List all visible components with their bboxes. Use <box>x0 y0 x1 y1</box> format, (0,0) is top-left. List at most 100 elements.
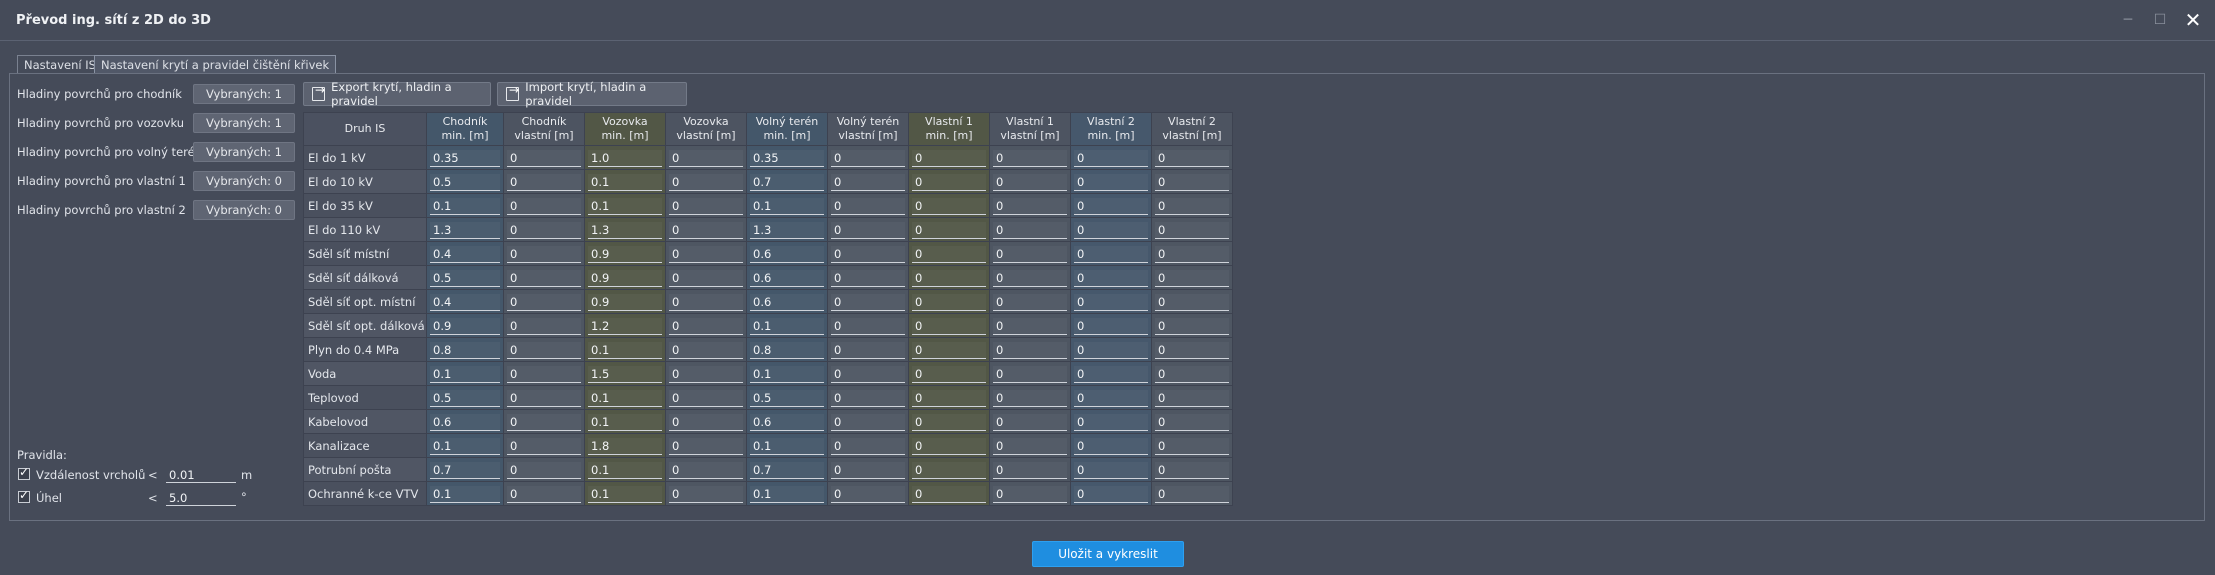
import-button[interactable]: Import krytí, hladin a pravidel <box>497 80 687 108</box>
cell-input[interactable]: 0 <box>912 365 986 383</box>
cell-input[interactable]: 0 <box>669 293 743 311</box>
cell-input[interactable]: 0 <box>1155 413 1229 431</box>
cell-input[interactable]: 1.3 <box>430 221 500 239</box>
cell-input[interactable]: 0 <box>993 413 1067 431</box>
select-vozovka-button[interactable]: Vybraných: 1 <box>193 113 295 133</box>
column-header[interactable]: Vlastní 1 min. [m] <box>908 112 990 146</box>
column-header[interactable]: Vozovka vlastní [m] <box>665 112 747 146</box>
cell-input[interactable]: 0 <box>831 317 905 335</box>
select-chodnik-button[interactable]: Vybraných: 1 <box>193 84 295 104</box>
cell-input[interactable]: 0.1 <box>430 437 500 455</box>
cell-input[interactable]: 0.1 <box>430 485 500 503</box>
cell-input[interactable]: 0.9 <box>588 293 662 311</box>
cell-input[interactable]: 1.3 <box>588 221 662 239</box>
cell-input[interactable]: 0 <box>1155 437 1229 455</box>
cell-input[interactable]: 0 <box>1074 173 1148 191</box>
cell-input[interactable]: 0 <box>831 341 905 359</box>
cell-input[interactable]: 1.0 <box>588 149 662 167</box>
cell-input[interactable]: 0 <box>669 173 743 191</box>
cell-input[interactable]: 0 <box>912 221 986 239</box>
cell-input[interactable]: 0 <box>831 245 905 263</box>
cell-input[interactable]: 0 <box>507 341 581 359</box>
cell-input[interactable]: 0 <box>1155 461 1229 479</box>
cell-input[interactable]: 0 <box>1074 485 1148 503</box>
cell-input[interactable]: 0 <box>1074 149 1148 167</box>
cell-input[interactable]: 0 <box>507 461 581 479</box>
cell-input[interactable]: 0 <box>1074 245 1148 263</box>
cell-input[interactable]: 0.1 <box>588 389 662 407</box>
cell-input[interactable]: 0.1 <box>430 365 500 383</box>
cell-input[interactable]: 0 <box>669 317 743 335</box>
cell-input[interactable]: 0 <box>993 173 1067 191</box>
cell-input[interactable]: 0.9 <box>588 245 662 263</box>
cell-input[interactable]: 0 <box>912 317 986 335</box>
cell-input[interactable]: 0.1 <box>588 461 662 479</box>
column-header[interactable]: Vozovka min. [m] <box>584 112 666 146</box>
cell-input[interactable]: 0.1 <box>588 173 662 191</box>
cell-input[interactable]: 0 <box>993 341 1067 359</box>
cell-input[interactable]: 0 <box>507 413 581 431</box>
cell-input[interactable]: 0.8 <box>430 341 500 359</box>
cell-input[interactable]: 0 <box>507 389 581 407</box>
export-button[interactable]: Export krytí, hladin a pravidel <box>303 80 491 108</box>
cell-input[interactable]: 0 <box>831 173 905 191</box>
cell-input[interactable]: 0.1 <box>588 413 662 431</box>
cell-input[interactable]: 0 <box>831 197 905 215</box>
vzdalenost-input[interactable]: 0.01 <box>166 467 236 483</box>
cell-input[interactable]: 0 <box>993 245 1067 263</box>
column-header[interactable]: Volný terén min. [m] <box>746 112 828 146</box>
cell-input[interactable]: 0.1 <box>750 317 824 335</box>
column-header[interactable]: Volný terén vlastní [m] <box>827 112 909 146</box>
cell-input[interactable]: 0 <box>1155 365 1229 383</box>
cell-input[interactable]: 0 <box>507 485 581 503</box>
cell-input[interactable]: 0 <box>912 197 986 215</box>
cell-input[interactable]: 0 <box>507 149 581 167</box>
cell-input[interactable]: 0 <box>1155 269 1229 287</box>
cell-input[interactable]: 0 <box>831 365 905 383</box>
cell-input[interactable]: 0 <box>507 437 581 455</box>
cell-input[interactable]: 0 <box>1074 317 1148 335</box>
cell-input[interactable]: 0 <box>1155 293 1229 311</box>
cell-input[interactable]: 0 <box>669 437 743 455</box>
cell-input[interactable]: 0 <box>993 149 1067 167</box>
cell-input[interactable]: 0.5 <box>750 389 824 407</box>
cell-input[interactable]: 0.6 <box>750 269 824 287</box>
cell-input[interactable]: 0 <box>993 197 1067 215</box>
cell-input[interactable]: 0 <box>831 437 905 455</box>
cell-input[interactable]: 0.4 <box>430 245 500 263</box>
cell-input[interactable]: 0 <box>1155 485 1229 503</box>
cell-input[interactable]: 0 <box>1074 461 1148 479</box>
cell-input[interactable]: 0 <box>1155 221 1229 239</box>
save-and-draw-button[interactable]: Uložit a vykreslit <box>1032 541 1184 567</box>
cell-input[interactable]: 0 <box>993 221 1067 239</box>
tab-kryti-pravidla[interactable]: Nastavení krytí a pravidel čištění křive… <box>94 55 337 74</box>
column-header[interactable]: Chodník vlastní [m] <box>503 112 585 146</box>
vzdalenost-checkbox[interactable] <box>18 465 30 480</box>
cell-input[interactable]: 0 <box>831 269 905 287</box>
cell-input[interactable]: 0 <box>507 317 581 335</box>
cell-input[interactable]: 0.1 <box>430 197 500 215</box>
cell-input[interactable]: 1.5 <box>588 365 662 383</box>
uhel-input[interactable]: 5.0 <box>166 490 236 506</box>
cell-input[interactable]: 0.1 <box>588 197 662 215</box>
cell-input[interactable]: 0 <box>1074 389 1148 407</box>
cell-input[interactable]: 0 <box>912 245 986 263</box>
cell-input[interactable]: 0 <box>507 245 581 263</box>
cell-input[interactable]: 0.6 <box>750 245 824 263</box>
cell-input[interactable]: 0 <box>669 365 743 383</box>
cell-input[interactable]: 0.5 <box>430 269 500 287</box>
cell-input[interactable]: 0 <box>669 341 743 359</box>
cell-input[interactable]: 0 <box>669 245 743 263</box>
select-volny-teren-button[interactable]: Vybraných: 1 <box>193 142 295 162</box>
cell-input[interactable]: 0 <box>993 293 1067 311</box>
cell-input[interactable]: 0 <box>831 461 905 479</box>
cell-input[interactable]: 0 <box>912 389 986 407</box>
tab-nastaveni-is[interactable]: Nastavení IS <box>17 55 103 74</box>
cell-input[interactable]: 0 <box>831 149 905 167</box>
cell-input[interactable]: 0.7 <box>430 461 500 479</box>
cell-input[interactable]: 0 <box>912 437 986 455</box>
select-vlastni-1-button[interactable]: Vybraných: 0 <box>193 171 295 191</box>
cell-input[interactable]: 0.35 <box>750 149 824 167</box>
cell-input[interactable]: 0.35 <box>430 149 500 167</box>
cell-input[interactable]: 0.8 <box>750 341 824 359</box>
